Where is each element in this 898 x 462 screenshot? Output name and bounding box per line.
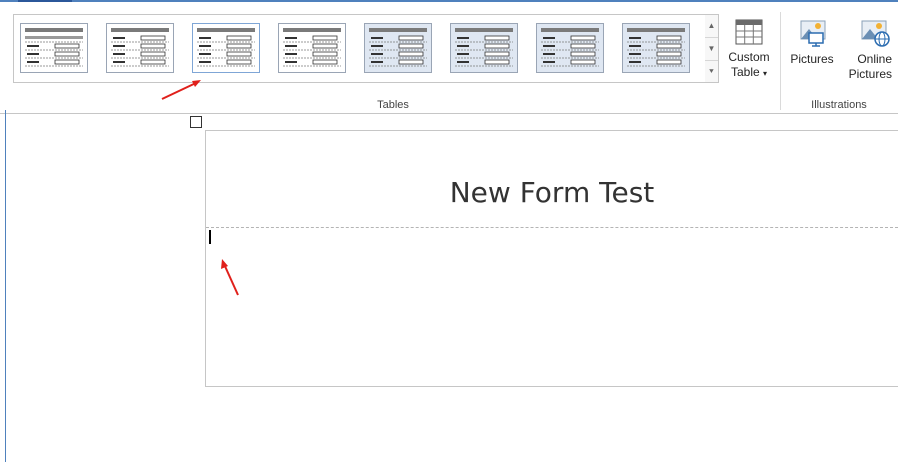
tables-group-label: Tables (377, 99, 409, 111)
gallery-item-table-style-4[interactable] (278, 23, 346, 73)
online-pictures-label-2: Pictures (848, 67, 892, 81)
online-pictures-label-1: Online (857, 52, 892, 66)
gallery-item-table-style-3[interactable] (192, 23, 260, 73)
gallery-item-table-style-6[interactable] (450, 23, 518, 73)
table-row-divider (206, 227, 898, 228)
table-styles-gallery (13, 14, 706, 83)
pictures-button[interactable]: Pictures (786, 18, 838, 67)
illustrations-group-label: Illustrations (811, 99, 867, 111)
gallery-item-table-style-8[interactable] (622, 23, 690, 73)
ribbon: ▲ ▼ ⯆ Custom Table ▾ Pictures Online Pic… (0, 2, 898, 114)
gallery-item-table-style-2[interactable] (106, 23, 174, 73)
table-move-handle[interactable] (190, 116, 202, 128)
gallery-item-table-style-5[interactable] (364, 23, 432, 73)
annotation-arrow-icon (161, 80, 201, 100)
form-table: New Form Test (205, 130, 898, 387)
gallery-scroll-down-button[interactable]: ▼ (705, 38, 718, 61)
pictures-icon (795, 18, 829, 48)
page-left-border (5, 110, 6, 462)
custom-table-label-1: Custom (728, 50, 770, 64)
ribbon-group-separator (780, 12, 781, 110)
online-pictures-button[interactable]: Online Pictures (840, 18, 892, 82)
dropdown-arrow-icon: ▾ (763, 69, 768, 78)
custom-table-label-2: Table ▾ (730, 65, 768, 79)
table-grid-icon (734, 18, 764, 46)
online-pictures-icon (858, 18, 892, 48)
custom-table-button[interactable]: Custom Table ▾ (724, 18, 774, 81)
text-cursor (209, 230, 211, 244)
gallery-scroll: ▲ ▼ ⯆ (705, 14, 719, 83)
gallery-item-table-style-1[interactable] (20, 23, 88, 73)
gallery-scroll-up-button[interactable]: ▲ (705, 15, 718, 38)
gallery-more-button[interactable]: ⯆ (705, 61, 718, 83)
gallery-item-table-style-7[interactable] (536, 23, 604, 73)
form-title[interactable]: New Form Test (206, 176, 898, 209)
pictures-label: Pictures (790, 52, 834, 66)
annotation-arrow-icon (221, 259, 239, 296)
